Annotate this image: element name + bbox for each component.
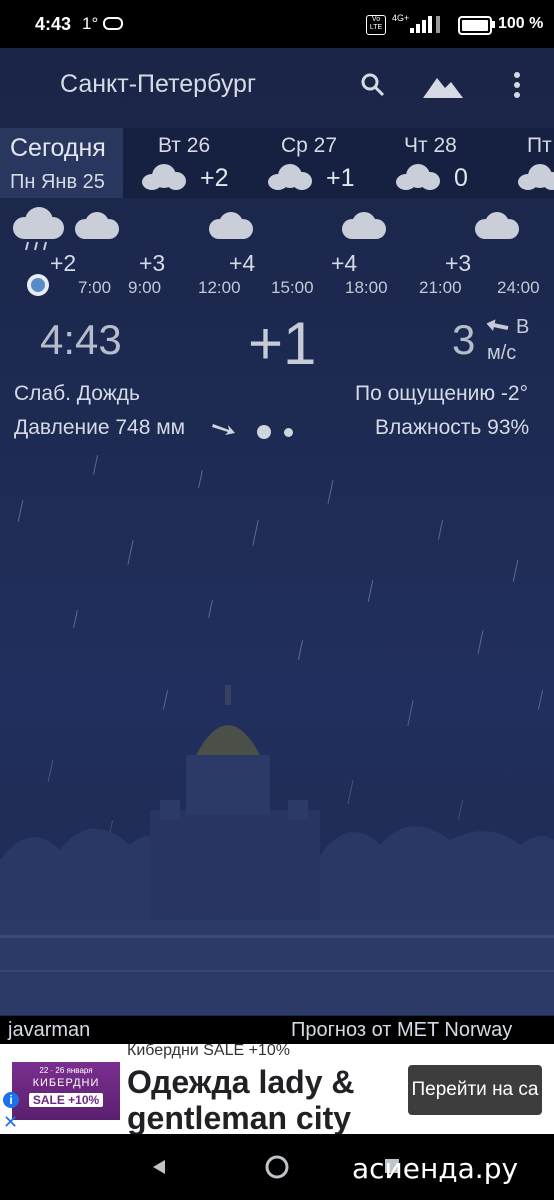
status-bar: 4:43 1° Vo LTE 4G+ 100 % (0, 0, 554, 48)
ad-info-icon[interactable]: i (3, 1092, 19, 1108)
hour-temp: +4 (331, 250, 358, 276)
wind-direction: В (516, 316, 530, 338)
today-label: Сегодня (10, 134, 106, 162)
hour-time: 24:00 (497, 278, 540, 297)
ad-image[interactable]: 22 · 26 января КИБЕРДНИ SALE +10% (12, 1062, 120, 1120)
day-name[interactable]: Пт (527, 134, 552, 158)
hour-time: 15:00 (271, 278, 314, 297)
back-icon[interactable] (150, 1158, 168, 1176)
cloud-icon (518, 164, 554, 190)
cloud-icon (142, 164, 186, 190)
pressure: Давление 748 мм (14, 416, 186, 439)
hour-time: 9:00 (128, 278, 162, 297)
ad-close-icon[interactable]: ✕ (3, 1112, 18, 1133)
hour-temp: +4 (229, 250, 256, 276)
day-temp: 0 (454, 164, 468, 192)
hour-time: 18:00 (345, 278, 388, 297)
hour-time: 7:00 (78, 278, 112, 297)
battery-tip (492, 21, 495, 28)
cloud-icon (268, 164, 312, 190)
city-title[interactable]: Санкт-Петербург (60, 70, 256, 99)
current-temperature: +1 (248, 310, 317, 377)
more-vertical-icon[interactable] (508, 70, 526, 100)
pressure-trend-icon (212, 424, 235, 435)
search-icon[interactable] (360, 72, 386, 98)
hour-time: 21:00 (419, 278, 462, 297)
battery-percent: 100 % (498, 15, 544, 32)
cloud-icon (209, 212, 253, 239)
ad-image-sale: SALE +10% (28, 1093, 104, 1107)
ad-top-text: Кибердни SALE +10% (127, 1042, 290, 1059)
status-temperature: 1° (82, 14, 99, 33)
photo-author[interactable]: javarman (8, 1019, 90, 1042)
feels-like: По ощущению -2° (355, 382, 529, 405)
day-temp: +1 (326, 164, 355, 192)
weather-condition: Слаб. Дождь (14, 382, 140, 405)
day-name[interactable]: Вт 26 (158, 134, 210, 158)
wind-unit: м/с (487, 342, 517, 364)
wind-speed: 3 (452, 316, 476, 363)
signal-icon (410, 15, 450, 33)
cloud-icon (475, 212, 519, 239)
hour-temp: +2 (50, 250, 77, 276)
hour-time: 12:00 (198, 278, 241, 297)
moon-phase-dot (284, 428, 293, 437)
watermark: асиенда.ру (352, 1152, 519, 1185)
mountain-icon[interactable] (421, 70, 465, 100)
ad-image-title: КИБЕРДНИ (32, 1077, 100, 1089)
network-type: 4G+ (392, 13, 410, 23)
cloud-icon (396, 164, 440, 190)
current-time-marker (27, 274, 49, 296)
today-date: Пн Янв 25 (10, 171, 105, 193)
hour-temp: +3 (445, 250, 472, 276)
humidity: Влажность 93% (375, 416, 530, 439)
status-time: 4:43 (35, 14, 72, 34)
hour-temp: +3 (139, 250, 166, 276)
day-name[interactable]: Чт 28 (404, 134, 457, 158)
cathedral-scene (0, 660, 554, 1015)
forecast-provider[interactable]: Прогноз от MET Norway (291, 1019, 512, 1042)
cloud-icon (75, 212, 119, 239)
moon-phase-dot (257, 425, 271, 439)
volte-icon: Vo LTE (366, 15, 386, 35)
home-icon[interactable] (264, 1154, 290, 1180)
day-temp: +2 (200, 164, 229, 192)
ad-cta-button[interactable]: Перейти на са (408, 1065, 542, 1115)
link-icon (103, 17, 123, 30)
battery-icon (458, 16, 492, 35)
wind-arrow-icon (486, 319, 509, 332)
current-time: 4:43 (40, 316, 122, 363)
cloud-icon (342, 212, 386, 239)
ad-headline[interactable]: Одежда lady & gentleman city (127, 1064, 397, 1136)
day-name[interactable]: Ср 27 (281, 134, 337, 158)
rain-cloud-icon (13, 207, 64, 251)
ad-image-dates: 22 · 26 января (39, 1066, 93, 1075)
